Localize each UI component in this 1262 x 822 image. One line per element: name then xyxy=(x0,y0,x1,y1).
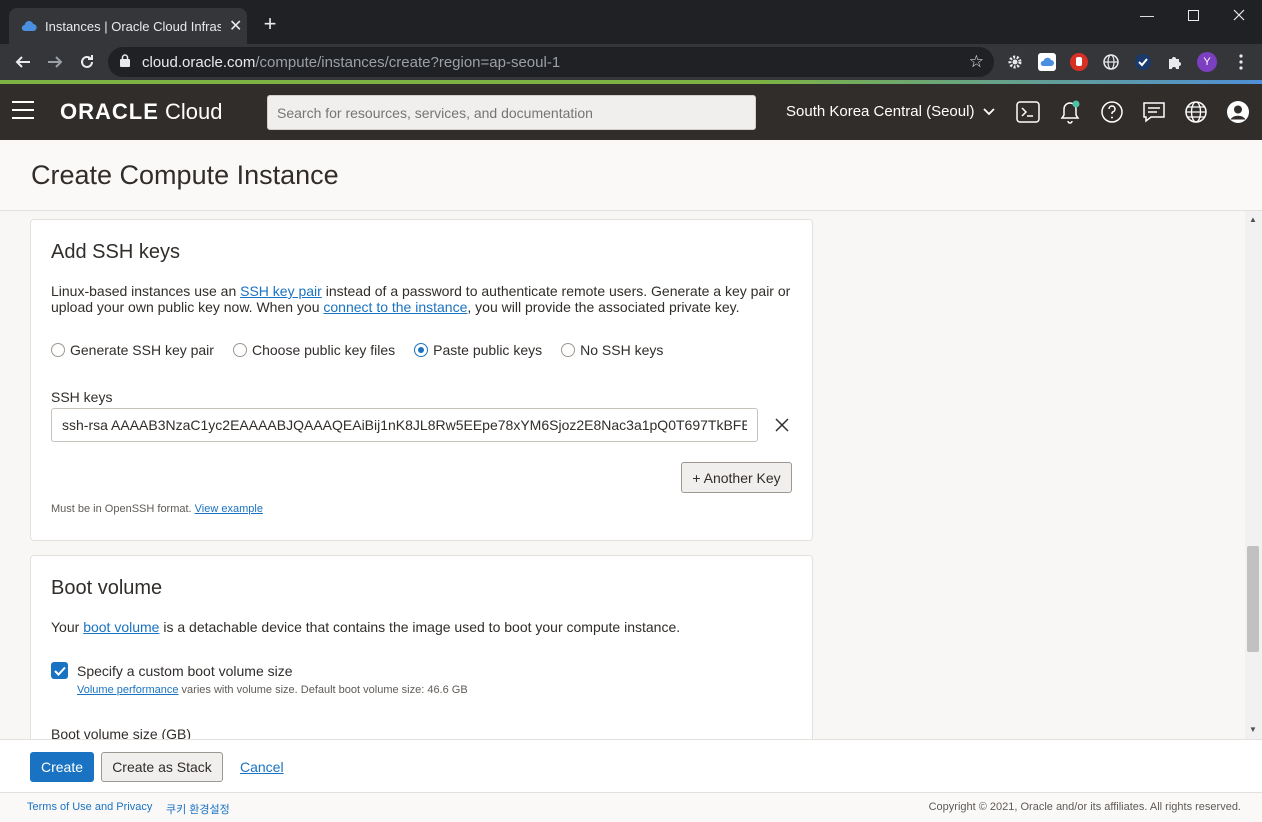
radio-indicator-selected xyxy=(414,343,429,357)
boot-section-title: Boot volume xyxy=(51,577,163,599)
ssh-description-line-1: Linux-based instances use an SSH key pai… xyxy=(51,283,791,299)
notification-bell-icon[interactable] xyxy=(1056,98,1084,126)
create-button[interactable]: Create xyxy=(30,752,94,782)
close-tab-icon[interactable]: ✕ xyxy=(229,16,242,36)
clear-key-icon[interactable] xyxy=(773,416,791,434)
ssh-description-line-2: upload your own public key now. When you… xyxy=(51,299,740,315)
language-globe-icon[interactable] xyxy=(1182,98,1210,126)
cloud-shell-icon[interactable] xyxy=(1014,98,1042,126)
bookmark-star-icon[interactable]: ☆ xyxy=(969,52,984,72)
volume-performance-link[interactable]: Volume performance xyxy=(77,684,179,696)
volume-performance-hint: Volume performance varies with volume si… xyxy=(77,684,468,696)
radio-indicator xyxy=(51,343,65,357)
radio-paste-public-keys[interactable]: Paste public keys xyxy=(414,342,542,358)
checkmark-icon xyxy=(53,666,66,676)
radio-choose-key-files[interactable]: Choose public key files xyxy=(232,342,395,358)
new-tab-button[interactable]: + xyxy=(258,12,282,36)
form-scroll-area: Add SSH keys Linux-based instances use a… xyxy=(0,211,1245,739)
another-key-button[interactable]: + Another Key xyxy=(681,462,792,493)
ssh-key-input[interactable] xyxy=(51,408,758,442)
create-as-stack-button[interactable]: Create as Stack xyxy=(101,752,223,782)
boot-description: Your boot volume is a detachable device … xyxy=(51,619,681,635)
cancel-link[interactable]: Cancel xyxy=(240,759,284,775)
radio-indicator xyxy=(561,343,576,357)
hamburger-menu-icon[interactable] xyxy=(12,101,34,123)
form-actions-bar: Create Create as Stack Cancel xyxy=(0,739,1262,792)
browser-titlebar: Instances | Oracle Cloud Infrastructure … xyxy=(0,0,1262,44)
reload-icon[interactable] xyxy=(73,48,101,76)
boot-volume-size-label: Boot volume size (GB) xyxy=(51,726,192,739)
ssh-key-pair-link[interactable]: SSH key pair xyxy=(240,283,322,299)
scrollbar-thumb[interactable] xyxy=(1247,546,1259,652)
chevron-down-icon xyxy=(982,108,995,116)
browser-toolbar: cloud.oracle.com/compute/instances/creat… xyxy=(0,44,1262,80)
cloud-extension-icon[interactable] xyxy=(1037,52,1057,72)
search-input[interactable] xyxy=(267,95,756,130)
boot-volume-card: Boot volume Your boot volume is a detach… xyxy=(30,555,813,739)
browser-tab[interactable]: Instances | Oracle Cloud Infrastructure … xyxy=(9,8,247,44)
close-window-button[interactable] xyxy=(1216,0,1262,30)
radio-indicator xyxy=(232,343,247,357)
settings-extension-icon[interactable] xyxy=(1005,52,1025,72)
address-bar[interactable]: cloud.oracle.com/compute/instances/creat… xyxy=(108,47,994,77)
lock-icon xyxy=(120,54,130,70)
puzzle-extensions-icon[interactable] xyxy=(1165,52,1185,72)
view-example-link[interactable]: View example xyxy=(195,503,263,515)
ssh-keys-card: Add SSH keys Linux-based instances use a… xyxy=(30,219,813,541)
vertical-scrollbar[interactable]: ▲ ▼ xyxy=(1245,211,1262,739)
page-title: Create Compute Instance xyxy=(31,160,339,190)
help-icon[interactable] xyxy=(1098,98,1126,126)
copyright-text: Copyright © 2021, Oracle and/or its affi… xyxy=(928,801,1241,813)
custom-boot-size-checkbox[interactable] xyxy=(51,662,68,679)
maximize-button[interactable] xyxy=(1170,0,1216,30)
cloud-icon xyxy=(21,18,37,34)
minimize-button[interactable]: — xyxy=(1124,0,1170,30)
cookie-preferences-link[interactable]: 쿠키 환경설정 xyxy=(166,801,230,817)
page-footer: Terms of Use and Privacy 쿠키 환경설정 Copyrig… xyxy=(0,792,1262,822)
ssh-keys-label: SSH keys xyxy=(51,389,113,405)
globe-extension-icon[interactable] xyxy=(1101,52,1121,72)
profile-initial: Y xyxy=(1203,56,1211,68)
profile-avatar[interactable]: Y xyxy=(1197,52,1217,72)
scroll-up-arrow-icon[interactable]: ▲ xyxy=(1249,215,1257,224)
tab-title: Instances | Oracle Cloud Infrastructure xyxy=(45,18,221,34)
oracle-cloud-logo[interactable]: ORACLE Cloud xyxy=(60,99,223,125)
ssh-section-title: Add SSH keys xyxy=(51,241,180,263)
url-text: cloud.oracle.com/compute/instances/creat… xyxy=(142,53,561,71)
region-selector[interactable]: South Korea Central (Seoul) xyxy=(786,103,995,120)
console-header: ORACLE Cloud South Korea Central (Seoul) xyxy=(0,84,1262,140)
hand-extension-icon[interactable] xyxy=(1069,52,1089,72)
feedback-chat-icon[interactable] xyxy=(1140,98,1168,126)
boot-volume-link[interactable]: boot volume xyxy=(83,619,159,635)
custom-boot-size-label: Specify a custom boot volume size xyxy=(77,663,293,679)
connect-instance-link[interactable]: connect to the instance xyxy=(323,299,467,315)
ssh-format-hint: Must be in OpenSSH format. View example xyxy=(51,503,263,515)
user-profile-icon[interactable] xyxy=(1224,98,1252,126)
radio-generate-key-pair[interactable]: Generate SSH key pair xyxy=(51,342,214,358)
radio-no-ssh-keys[interactable]: No SSH keys xyxy=(561,342,663,358)
ssh-options-radio-group: Generate SSH key pair Choose public key … xyxy=(51,342,682,358)
more-menu-icon[interactable] xyxy=(1231,52,1251,72)
page-title-bar: Create Compute Instance xyxy=(0,140,1262,211)
scroll-down-arrow-icon[interactable]: ▼ xyxy=(1249,725,1257,734)
terms-privacy-link[interactable]: Terms of Use and Privacy xyxy=(27,801,152,813)
region-label: South Korea Central (Seoul) xyxy=(786,103,975,120)
forward-arrow-icon[interactable] xyxy=(41,48,69,76)
back-arrow-icon[interactable] xyxy=(9,48,37,76)
check-extension-icon[interactable] xyxy=(1133,52,1153,72)
